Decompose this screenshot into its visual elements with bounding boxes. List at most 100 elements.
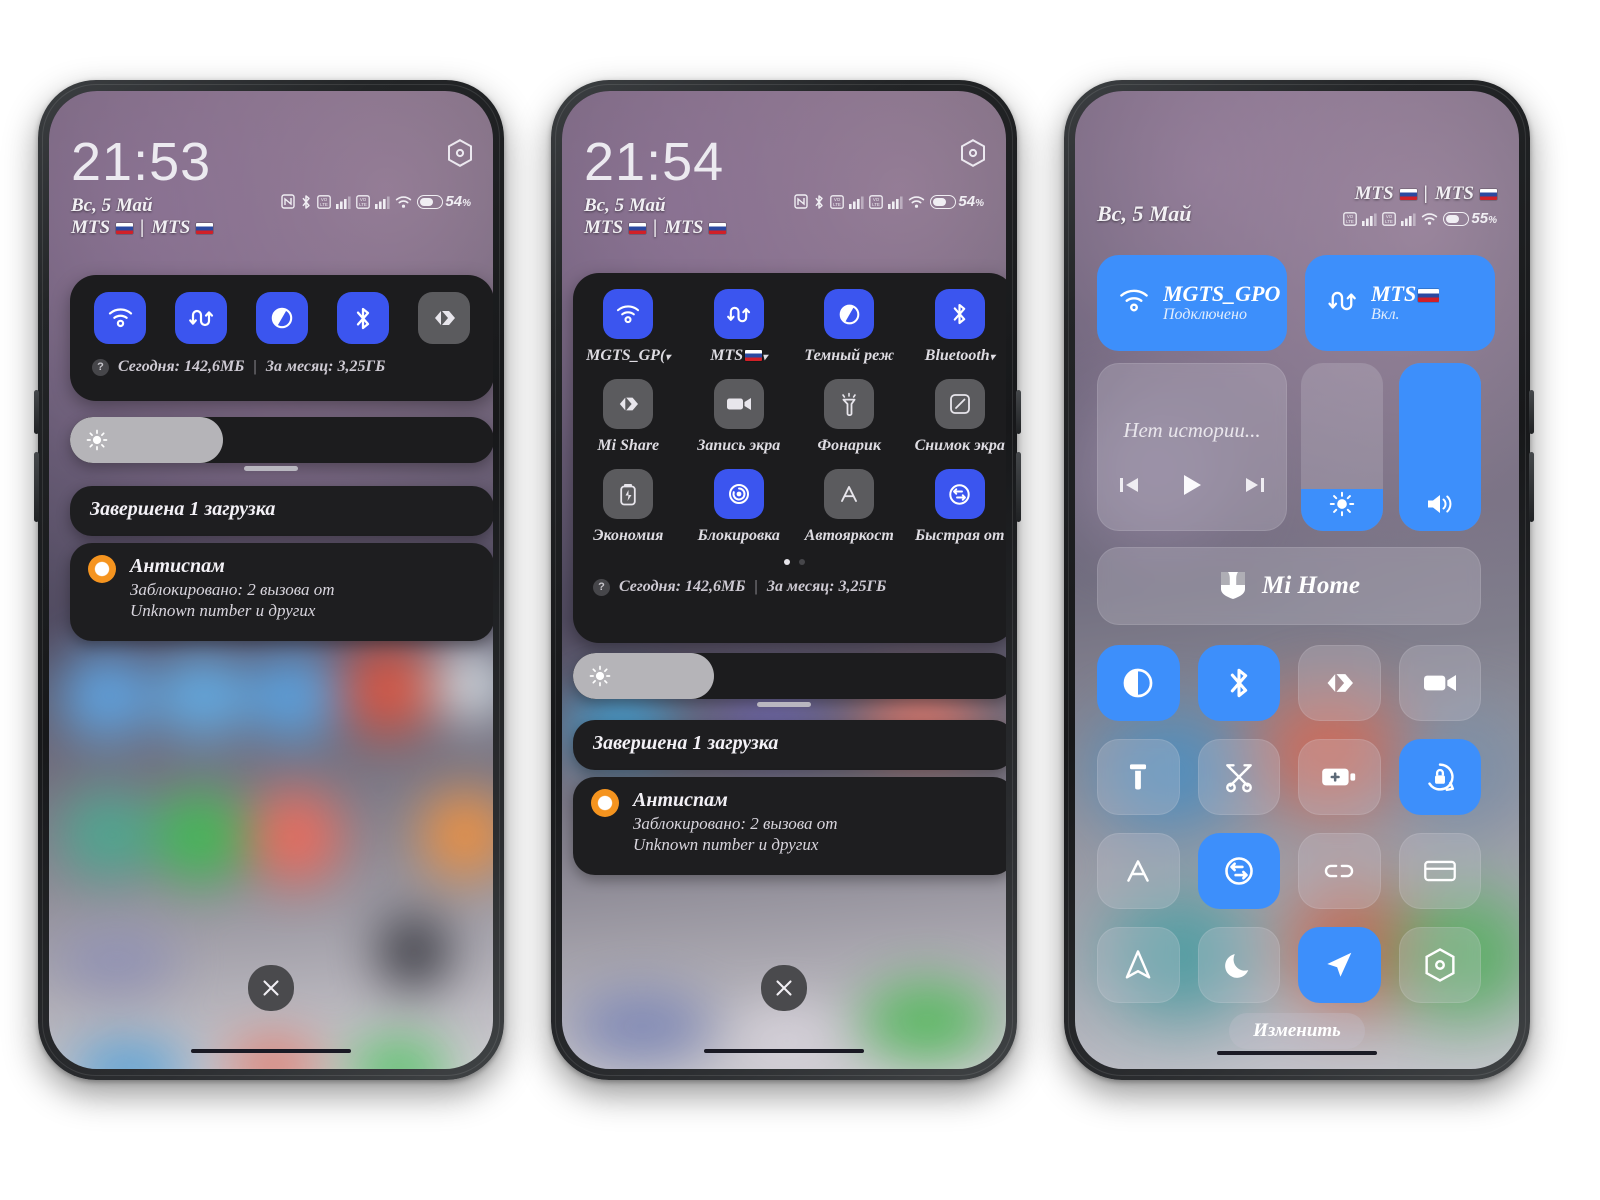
data-usage-row[interactable]: ? Сегодня: 142,6МБ | За месяц: 3,25ГБ <box>593 578 1006 596</box>
toggle-bluetooth[interactable] <box>337 292 389 344</box>
cc-mobile-data-tile[interactable]: MTS Вкл. <box>1305 255 1495 351</box>
qs-tile-rotation-lock[interactable]: Блокировка <box>688 469 790 545</box>
qs-tile-label: Запись экра <box>697 437 781 454</box>
sim1-signal-icon: VO LTE <box>317 194 332 209</box>
brightness-slider[interactable] <box>573 653 1006 699</box>
cc-media-player[interactable]: Нет истории... <box>1097 363 1287 531</box>
player-placeholder: Нет истории... <box>1123 418 1261 442</box>
cc-brightness-slider[interactable] <box>1301 363 1383 531</box>
qs-tile-wifi[interactable]: MGTS_GP(▾ <box>577 289 679 365</box>
sim1-signal-icon: VO LTE <box>1343 212 1358 226</box>
qs-tile-mi-share[interactable]: Mi Share <box>577 379 679 455</box>
page-dot-1[interactable] <box>783 559 790 565</box>
cc-btn-screen-record[interactable] <box>1398 645 1481 721</box>
mi-home-icon <box>1218 568 1248 605</box>
cc-edit-button[interactable]: Изменить <box>1229 1013 1365 1049</box>
cc-btn-dark-mode[interactable] <box>1097 645 1180 721</box>
qs-tile-quick-reply[interactable]: Быстрая от <box>909 469 1006 545</box>
navigation-arrow-icon <box>1125 950 1151 979</box>
qs-tile-auto-brightness[interactable]: Автояркост <box>798 469 900 545</box>
notification-app-name: Антиспам <box>633 789 728 811</box>
close-notifications-button[interactable] <box>761 965 807 1011</box>
cc-btn-location[interactable] <box>1298 927 1381 1003</box>
qs-tile-screenshot[interactable]: Снимок экра <box>909 379 1006 455</box>
notification-antispam[interactable]: Антиспам Заблокировано: 2 вызова от Unkn… <box>70 543 493 641</box>
next-track-icon[interactable] <box>1244 475 1266 500</box>
notification-antispam[interactable]: Антиспам Заблокировано: 2 вызова от Unkn… <box>573 777 1006 875</box>
qs-tile-mobile-data[interactable]: MTS ▾ <box>688 289 790 365</box>
qs-tile-flashlight[interactable]: Фонарик <box>798 379 900 455</box>
cc-btn-settings[interactable] <box>1398 927 1481 1003</box>
battery-saver-icon <box>603 469 654 519</box>
toggle-dark-mode[interactable] <box>256 292 308 344</box>
cc-btn-do-not-disturb[interactable] <box>1197 927 1280 1003</box>
brightness-icon <box>86 429 108 451</box>
mobile-data-icon <box>1327 287 1357 320</box>
cc-btn-flashlight[interactable] <box>1097 739 1180 815</box>
close-notifications-button[interactable] <box>248 965 294 1011</box>
qs-tile-bluetooth[interactable]: Bluetooth▾ <box>909 289 1006 365</box>
cc-btn-battery-saver[interactable] <box>1298 739 1381 815</box>
cc-volume-slider[interactable] <box>1399 363 1481 531</box>
panel-drag-handle[interactable] <box>244 466 298 471</box>
ru-flag-icon <box>1418 289 1440 303</box>
play-icon[interactable] <box>1181 473 1203 502</box>
signal-bars-icon <box>375 195 391 209</box>
help-icon[interactable]: ? <box>593 578 610 596</box>
cc-mi-home-tile[interactable]: Mi Home <box>1097 547 1481 625</box>
volume-button[interactable] <box>34 390 39 434</box>
bluetooth-icon <box>934 289 985 339</box>
volume-icon <box>1428 495 1452 513</box>
data-usage-row[interactable]: ? Сегодня: 142,6МБ | За месяц: 3,25ГБ <box>92 358 493 376</box>
qs-tile-label: Быстрая от <box>915 527 1005 544</box>
notification-summary[interactable]: Завершена 1 загрузка <box>70 486 493 536</box>
clock: 21:53 <box>71 132 212 192</box>
toggle-mobile-data[interactable] <box>175 292 227 344</box>
settings-gear-icon[interactable] <box>960 139 986 172</box>
volume-button[interactable] <box>1016 390 1021 434</box>
cc-btn-quick-reply[interactable] <box>1197 833 1280 909</box>
cc-btn-mi-share[interactable] <box>1298 645 1381 721</box>
cc-btn-navigation[interactable] <box>1097 927 1180 1003</box>
cc-wifi-tile[interactable]: MGTS_GPO Подключено <box>1097 255 1287 351</box>
home-indicator[interactable] <box>1217 1051 1377 1055</box>
qs-tile-screen-record[interactable]: Запись экра <box>688 379 790 455</box>
settings-gear-icon[interactable] <box>447 139 473 172</box>
brightness-slider[interactable] <box>70 417 493 463</box>
cc-btn-wallet[interactable] <box>1398 833 1481 909</box>
power-button[interactable] <box>1016 452 1021 522</box>
svg-text:LTE: LTE <box>873 202 881 207</box>
cc-btn-screenshot-scissors[interactable] <box>1197 739 1280 815</box>
cc-btn-auto-brightness[interactable] <box>1097 833 1180 909</box>
signal-bars-icon <box>849 195 865 209</box>
flashlight-icon <box>1130 764 1147 790</box>
carrier-label: MTS | MTS <box>71 217 471 239</box>
auto-brightness-icon <box>824 469 875 519</box>
help-icon[interactable]: ? <box>92 358 109 376</box>
notification-summary[interactable]: Завершена 1 загрузка <box>573 720 1006 770</box>
qs-tile-battery-saver[interactable]: Экономия <box>577 469 679 545</box>
status-icons: VO LTE VO LTE 54% <box>794 193 984 210</box>
toggle-wifi[interactable] <box>94 292 146 344</box>
notification-title: Завершена 1 загрузка <box>593 732 779 754</box>
cc-wifi-title: MGTS_GPO <box>1163 281 1281 307</box>
cc-btn-bluetooth[interactable] <box>1197 645 1280 721</box>
cc-btn-rotation-lock[interactable] <box>1398 739 1481 815</box>
power-button[interactable] <box>34 452 39 522</box>
page-dot-2[interactable] <box>798 559 805 565</box>
bluetooth-icon <box>300 194 312 210</box>
panel-drag-handle[interactable] <box>757 702 811 707</box>
cc-btn-cast-link[interactable] <box>1298 833 1381 909</box>
bluetooth-icon <box>813 194 825 210</box>
volume-button[interactable] <box>1529 390 1534 434</box>
home-indicator[interactable] <box>704 1049 864 1053</box>
wifi-icon <box>603 289 654 339</box>
power-button[interactable] <box>1529 452 1534 522</box>
screen-record-icon <box>1423 675 1456 691</box>
home-indicator[interactable] <box>191 1049 351 1053</box>
previous-track-icon[interactable] <box>1118 475 1140 500</box>
scissors-icon <box>1225 764 1252 793</box>
qs-tile-dark-mode[interactable]: Темный реж <box>798 289 900 365</box>
toggle-mi-share[interactable] <box>418 292 470 344</box>
rotation-lock-icon <box>1428 763 1454 792</box>
